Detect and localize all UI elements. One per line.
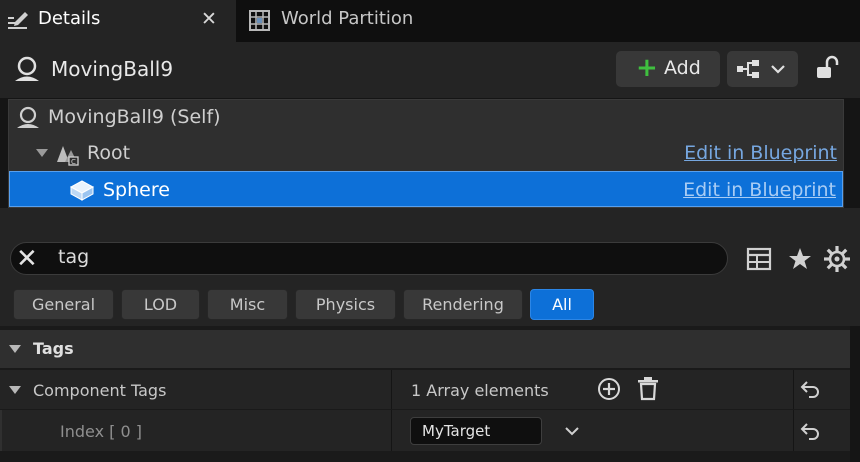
- tab-world-partition[interactable]: World Partition: [236, 0, 456, 42]
- filter-lod[interactable]: LOD: [121, 289, 200, 320]
- tree-item-label: MovingBall9 (Self): [48, 106, 221, 128]
- tree-item-label: Sphere: [103, 179, 170, 201]
- svg-text:C: C: [71, 158, 76, 166]
- actor-sphere-icon: [15, 56, 39, 81]
- gear-icon[interactable]: [824, 246, 850, 272]
- star-icon[interactable]: [788, 247, 812, 271]
- indent-guide: [0, 410, 2, 451]
- close-icon[interactable]: ✕: [201, 8, 217, 30]
- add-button-label: Add: [664, 57, 701, 79]
- expand-arrow-icon[interactable]: [35, 148, 49, 158]
- plus-icon: +: [636, 53, 658, 83]
- grid-map-icon: [249, 10, 270, 31]
- tree-footer-spacer: [0, 208, 860, 232]
- edit-in-blueprint-link[interactable]: Edit in Blueprint: [684, 142, 837, 164]
- tree-item-sphere[interactable]: Sphere Edit in Blueprint: [9, 171, 843, 207]
- category-tags-header[interactable]: Tags: [0, 330, 850, 368]
- scrollbar-track[interactable]: [850, 326, 860, 462]
- tree-item-root[interactable]: C Root Edit in Blueprint: [9, 135, 843, 171]
- pencil-grid-icon: [8, 12, 28, 29]
- filter-rendering[interactable]: Rendering: [403, 289, 523, 320]
- filter-misc[interactable]: Misc: [207, 289, 288, 320]
- array-elements-count: 1 Array elements: [411, 381, 549, 400]
- add-component-button[interactable]: + Add: [616, 51, 720, 87]
- reset-arrow-icon[interactable]: [800, 422, 820, 440]
- chevron-down-icon[interactable]: [564, 425, 580, 437]
- search-input[interactable]: [58, 246, 658, 268]
- blueprint-hierarchy-icon: [737, 60, 759, 78]
- column-divider: [793, 410, 794, 451]
- column-divider[interactable]: [391, 370, 392, 409]
- table-icon[interactable]: [746, 246, 772, 272]
- filter-general[interactable]: General: [13, 289, 114, 320]
- filter-all[interactable]: All: [530, 289, 594, 320]
- component-tags-label: Component Tags: [33, 381, 167, 400]
- reset-arrow-icon[interactable]: [800, 380, 820, 398]
- circle-plus-icon[interactable]: [597, 377, 621, 401]
- clear-search-icon[interactable]: ✕: [16, 244, 38, 274]
- static-mesh-icon: [69, 180, 95, 201]
- column-divider[interactable]: [391, 410, 392, 451]
- index-label: Index [ 0 ]: [60, 422, 142, 441]
- collapse-arrow-icon[interactable]: [8, 385, 22, 395]
- unlocked-padlock-icon[interactable]: [814, 54, 840, 82]
- actor-sphere-icon: [17, 106, 39, 128]
- collapse-arrow-icon[interactable]: [8, 344, 22, 354]
- chevron-down-icon: [771, 65, 785, 74]
- blueprint-dropdown-button[interactable]: [727, 51, 798, 87]
- scene-component-icon: C: [57, 146, 79, 166]
- actor-name: MovingBall9: [51, 57, 174, 81]
- column-divider: [793, 370, 794, 409]
- filter-physics[interactable]: Physics: [295, 289, 396, 320]
- category-tags-label: Tags: [33, 339, 74, 358]
- trash-icon[interactable]: [637, 376, 659, 401]
- tree-item-self[interactable]: MovingBall9 (Self): [9, 99, 843, 135]
- component-tags-row: Component Tags 1 Array elements: [0, 370, 850, 409]
- tab-details[interactable]: Details ✕: [0, 0, 236, 42]
- edit-in-blueprint-link[interactable]: Edit in Blueprint: [683, 179, 836, 201]
- tab-details-label: Details: [38, 8, 101, 29]
- tag-value-input[interactable]: [410, 417, 542, 445]
- tree-item-label: Root: [87, 142, 131, 164]
- tab-world-partition-label: World Partition: [281, 8, 414, 29]
